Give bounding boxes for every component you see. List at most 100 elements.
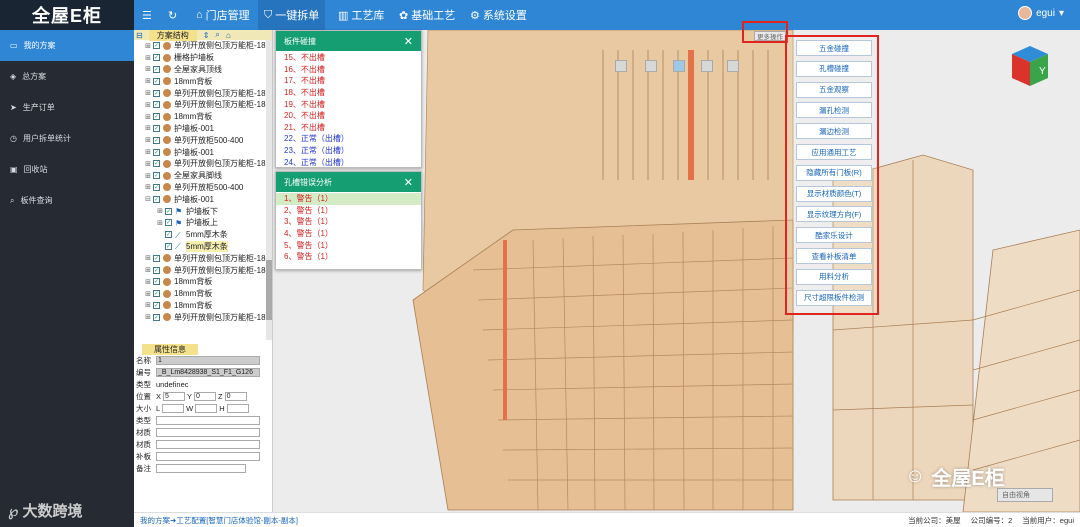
- prop-note-field[interactable]: [156, 463, 246, 473]
- checkbox[interactable]: ✓: [165, 231, 172, 239]
- tree-scrollbar[interactable]: [266, 40, 272, 340]
- size-h-input[interactable]: [226, 403, 249, 413]
- tree-expander[interactable]: ⊞: [144, 313, 152, 321]
- prop-name-field[interactable]: 1: [156, 355, 260, 365]
- checkbox[interactable]: ✓: [165, 219, 172, 227]
- menu-item[interactable]: 用料分析: [796, 268, 872, 285]
- view-tool-icon[interactable]: [673, 60, 685, 72]
- tree-expander[interactable]: ⊞: [144, 101, 152, 109]
- menu-item[interactable]: 隐藏所有门板(R): [796, 164, 872, 181]
- tree-row[interactable]: ⊞ ✓ ⚑ 护墙板上: [134, 217, 272, 229]
- checkbox[interactable]: ✓: [153, 65, 160, 73]
- scroll-thumb[interactable]: [266, 260, 272, 320]
- sidebar-item-my-plans[interactable]: ▭ 我的方案: [0, 30, 134, 61]
- nav-basic-craft[interactable]: ✿ 基础工艺: [395, 0, 459, 30]
- view-tool-icon[interactable]: [615, 60, 627, 72]
- menu-item[interactable]: 五金碰撞: [796, 40, 872, 56]
- checkbox[interactable]: ✓: [153, 42, 160, 50]
- checkbox[interactable]: ✓: [153, 101, 160, 109]
- checkbox[interactable]: ✓: [153, 77, 160, 85]
- collapse-icon[interactable]: ⊟: [136, 31, 143, 40]
- tree-expander[interactable]: ⊞: [144, 278, 152, 286]
- nav-one-click-split[interactable]: ⛉ 一键拆单: [258, 0, 326, 30]
- pos-z-input[interactable]: 0: [224, 391, 247, 401]
- tree-expander[interactable]: ⊞: [144, 254, 152, 262]
- menu-item[interactable]: 酷家乐设计: [796, 227, 872, 244]
- home-icon[interactable]: ⌂: [226, 31, 231, 40]
- nav-craft-library[interactable]: ▥ 工艺库: [334, 0, 388, 30]
- view-tool-icon[interactable]: [645, 60, 657, 72]
- user-menu[interactable]: egui ▾: [1018, 6, 1064, 20]
- tree-expander[interactable]: ⊞: [156, 207, 164, 215]
- menu-item[interactable]: 五金观察: [796, 81, 872, 98]
- tree-row[interactable]: ⊞ ✓ 单列开放侧包顶万能柜-18: [134, 311, 272, 323]
- collision-item[interactable]: 22、正常（出槽）: [284, 133, 421, 145]
- tree-row[interactable]: ✓ ⟋ 5mm厚木条: [134, 229, 272, 241]
- tree-row[interactable]: ⊞ ✓ 18mm背板: [134, 288, 272, 300]
- checkbox[interactable]: ✓: [153, 113, 160, 121]
- checkbox[interactable]: ✓: [153, 195, 160, 203]
- tree-row[interactable]: ⊞ ✓ 全屋家具顶线: [134, 64, 272, 76]
- checkbox[interactable]: ✓: [153, 160, 160, 168]
- tree-row[interactable]: ⊞ ✓ 18mm背板: [134, 75, 272, 87]
- tree-expander[interactable]: ⊞: [144, 54, 152, 62]
- tree-expander[interactable]: ⊞: [144, 113, 152, 121]
- tree-row[interactable]: ⊞ ✓ 全屋家具脚线: [134, 170, 272, 182]
- checkbox[interactable]: ✓: [153, 89, 160, 97]
- expand-all-icon[interactable]: ⇕: [203, 31, 210, 40]
- error-item[interactable]: 3、警告（1）: [276, 216, 421, 228]
- pos-x-input[interactable]: 5: [163, 391, 186, 401]
- error-item[interactable]: 4、警告（1）: [276, 228, 421, 240]
- collision-item[interactable]: 19、不出槽: [284, 98, 421, 110]
- fullscreen-icon[interactable]: [701, 60, 713, 72]
- tree-row[interactable]: ⊞ ✓ 护墙板-001: [134, 146, 272, 158]
- tree-expander[interactable]: ⊞: [144, 266, 152, 274]
- collision-item[interactable]: 20、不出槽: [284, 110, 421, 122]
- tree-expander[interactable]: ⊞: [144, 183, 152, 191]
- prop-patch-field[interactable]: [156, 451, 260, 461]
- tree-expander[interactable]: ⊞: [144, 172, 152, 180]
- tree-row[interactable]: ⊞ ✓ 护墙板-001: [134, 123, 272, 135]
- checkbox[interactable]: ✓: [153, 148, 160, 156]
- checkbox[interactable]: ✓: [153, 172, 160, 180]
- checkbox[interactable]: ✓: [153, 266, 160, 274]
- checkbox[interactable]: ✓: [165, 242, 172, 250]
- tree-expander[interactable]: ⊞: [144, 136, 152, 144]
- prop-material-field[interactable]: [156, 439, 260, 449]
- tree-row[interactable]: ⊞ ✓ 单列开放侧包顶万能柜-18: [134, 87, 272, 99]
- checkbox[interactable]: ✓: [153, 124, 160, 132]
- measure-icon[interactable]: [727, 60, 739, 72]
- checkbox[interactable]: ✓: [153, 183, 160, 191]
- nav-store-management[interactable]: ⌂ 门店管理: [192, 0, 254, 30]
- tree-expander[interactable]: ⊞: [144, 77, 152, 85]
- tree-row[interactable]: ⊞ ✓ 18mm背板: [134, 276, 272, 288]
- checkbox[interactable]: ✓: [153, 136, 160, 144]
- error-item[interactable]: 1、警告（1）: [276, 193, 421, 205]
- collision-item[interactable]: 16、不出槽: [284, 64, 421, 76]
- tree-row[interactable]: ⊞ ✓ 18mm背板: [134, 300, 272, 312]
- tree-row[interactable]: ⊞ ✓ 单列开放侧包顶万能柜-18: [134, 252, 272, 264]
- hamburger-icon[interactable]: ☰: [142, 0, 152, 30]
- more-operations-button[interactable]: 更多操作: [754, 31, 786, 41]
- checkbox[interactable]: ✓: [153, 290, 160, 298]
- menu-item[interactable]: 孔槽碰撞: [796, 60, 872, 77]
- tree-expander[interactable]: ⊞: [144, 124, 152, 132]
- menu-item[interactable]: 漏孔检测: [796, 102, 872, 119]
- tree-row[interactable]: ⊞ ✓ 单列开放侧包顶万能柜-18: [134, 40, 272, 52]
- sidebar-item-board-query[interactable]: ⌕ 板件查询: [0, 185, 134, 216]
- tree-expander[interactable]: ⊞: [144, 65, 152, 73]
- close-icon[interactable]: ✕: [404, 35, 413, 48]
- tree-row[interactable]: ⊟ ✓ 护墙板-001: [134, 193, 272, 205]
- sidebar-item-production-orders[interactable]: ➤ 生产订单: [0, 92, 134, 123]
- prop-kind-field[interactable]: [156, 415, 260, 425]
- tree-row[interactable]: ⊞ ✓ 栅格护墙板: [134, 52, 272, 64]
- sidebar-item-recycle-bin[interactable]: ▣ 回收站: [0, 154, 134, 185]
- collision-item[interactable]: 21、不出槽: [284, 122, 421, 134]
- sidebar-item-user-split-stats[interactable]: ◷ 用户拆单统计: [0, 123, 134, 154]
- checkbox[interactable]: ✓: [153, 301, 160, 309]
- breadcrumb[interactable]: 我的方案➜工艺配置[智慧门店体验馆-副本-副本]: [134, 515, 298, 526]
- error-item[interactable]: 5、警告（1）: [276, 239, 421, 251]
- tree-row[interactable]: ⊞ ✓ 18mm背板: [134, 111, 272, 123]
- collision-item[interactable]: 18、不出槽: [284, 87, 421, 99]
- menu-item[interactable]: 尺寸超限板件检测: [796, 289, 872, 306]
